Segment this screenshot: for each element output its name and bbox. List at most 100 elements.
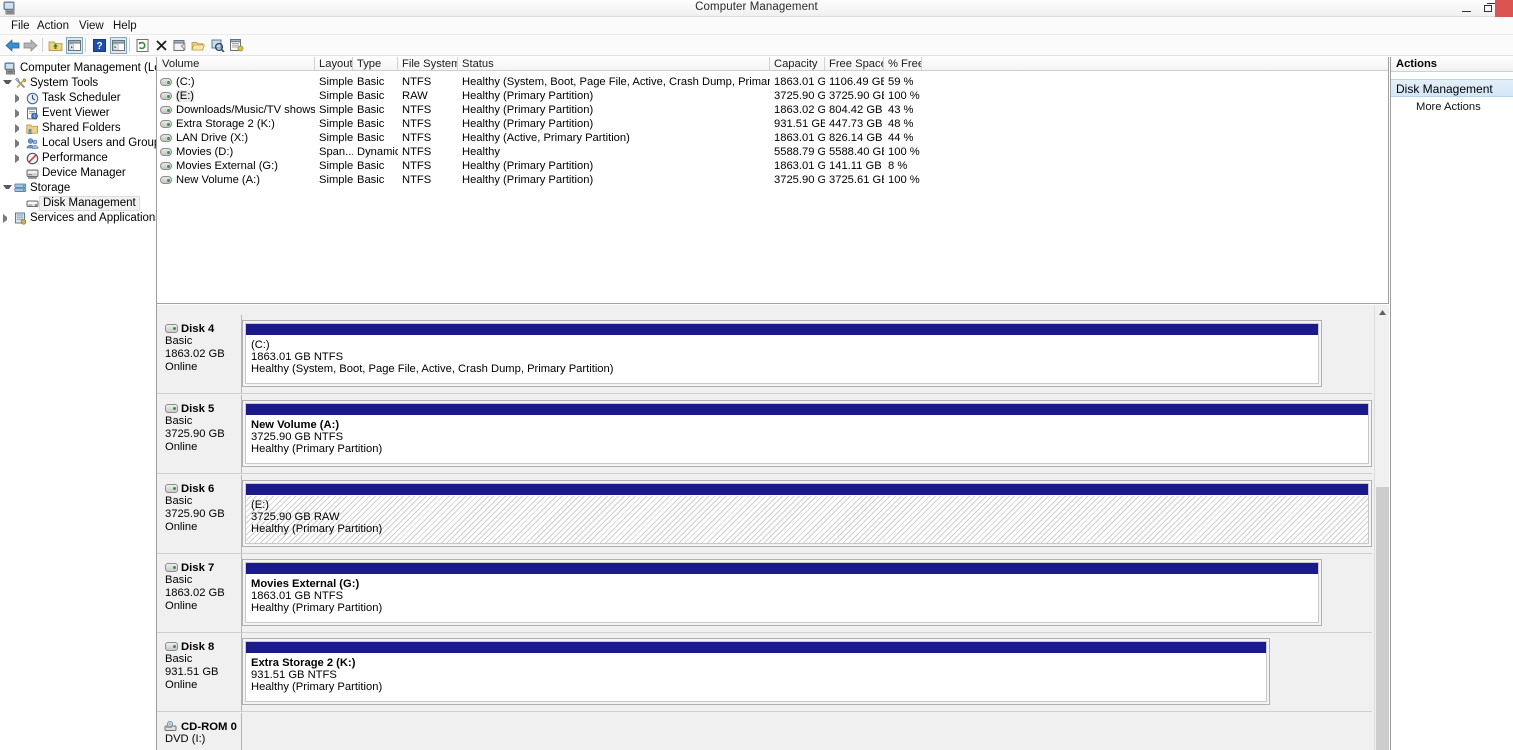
disk-bar[interactable]: (C:) 1863.01 GB NTFS Healthy (System, Bo… [242, 320, 1322, 387]
table-row[interactable]: Movies External (G:) Simple Basic NTFS Healt… [157, 159, 1388, 173]
tree-node-storage[interactable]: Storage [0, 181, 156, 196]
cell-layout: Simple [319, 76, 353, 88]
menu-file[interactable]: File [6, 19, 35, 33]
volume-drive-icon [160, 106, 172, 114]
cdrom-media: DVD (I:) [165, 733, 206, 745]
cell-pct: 44 % [888, 132, 914, 144]
menu-help[interactable]: Help [108, 19, 142, 33]
console-tree[interactable]: Computer Management (Local System Tools Ta… [0, 57, 157, 750]
disk-panel-disk-4[interactable]: Disk 4 Basic 1863.02 GB Online (C:) 1863… [157, 315, 1372, 394]
tree-node-services-and-applications[interactable]: Services and Applications [0, 211, 156, 226]
cell-pct: 100 % [888, 174, 920, 186]
disk-panel-cdrom-0[interactable]: CD-ROM 0 DVD (I:) [157, 713, 1372, 750]
partition-block[interactable]: Movies External (G:) 1863.01 GB NTFS Hea… [246, 574, 1318, 622]
partition-size-filesystem: 1863.01 GB NTFS [251, 590, 344, 602]
chevron-right-icon[interactable] [15, 94, 24, 103]
cell-type: Basic [357, 160, 385, 172]
up-one-level-icon[interactable] [47, 37, 64, 54]
open-folder-icon[interactable] [190, 37, 207, 54]
minimize-button[interactable] [1455, 0, 1477, 17]
chevron-down-icon[interactable] [3, 185, 12, 194]
tree-node-event-viewer[interactable]: i Event Viewer [0, 106, 156, 121]
tree-node-shared-folders[interactable]: Shared Folders [0, 121, 156, 136]
table-row[interactable]: New Volume (A:) Simple Basic NTFS Healthy (P… [157, 173, 1388, 187]
column-header-layout[interactable]: Layout [315, 57, 353, 71]
actions-item-more-actions[interactable]: More Actions [1391, 100, 1513, 115]
disk-panel-disk-8[interactable]: Disk 8 Basic 931.51 GB Online Extra Stor… [157, 633, 1372, 712]
export-list-icon[interactable] [228, 37, 245, 54]
disk-pane-scrollbar[interactable] [1374, 305, 1389, 750]
partition-block[interactable]: (C:) 1863.01 GB NTFS Healthy (System, Bo… [246, 335, 1318, 383]
table-row[interactable]: Extra Storage 2 (K:) Simple Basic NTFS Healt… [157, 117, 1388, 131]
tree-node-performance[interactable]: Performance [0, 151, 156, 166]
table-row[interactable]: (E:) Simple Basic RAW Healthy (Primary Parti… [157, 89, 1388, 103]
tree-node-system-tools[interactable]: System Tools [0, 76, 156, 91]
show-hide-action-pane-icon[interactable] [110, 37, 127, 54]
disk-graphical-view[interactable]: Disk 4 Basic 1863.02 GB Online (C:) 1863… [157, 305, 1389, 750]
disk-name: Disk 7 [181, 562, 215, 574]
partition-block[interactable]: New Volume (A:) 3725.90 GB NTFS Healthy … [246, 415, 1368, 463]
column-header-volume[interactable]: Volume [158, 57, 315, 71]
tree-node-device-manager[interactable]: Device Manager [0, 166, 156, 181]
disk-panel-disk-7[interactable]: Disk 7 Basic 1863.02 GB Online Movies Ex… [157, 554, 1372, 633]
partition-block[interactable]: (E:) 3725.90 GB RAW Healthy (Primary Par… [246, 495, 1368, 543]
cell-capacity: 3725.90 GB [774, 90, 825, 102]
volume-list[interactable]: Volume Layout Type File System Status Capacit… [157, 57, 1389, 304]
cell-volume: Movies (D:) [176, 146, 234, 158]
chevron-right-icon[interactable] [3, 214, 12, 223]
partition-capacity-bar [246, 324, 1318, 335]
toolbar-separator [129, 38, 130, 52]
column-header-capacity[interactable]: Capacity [770, 57, 825, 71]
delete-icon[interactable] [153, 37, 170, 54]
column-header-free-space[interactable]: Free Space [825, 57, 884, 71]
back-icon[interactable] [4, 37, 21, 54]
table-row[interactable]: (C:) Simple Basic NTFS Healthy (System, Boot… [157, 75, 1388, 89]
toolbar-separator [42, 38, 43, 52]
forward-icon[interactable] [22, 37, 39, 54]
scrollbar-thumb[interactable] [1376, 487, 1389, 750]
chevron-right-icon[interactable] [15, 109, 24, 118]
cell-free: 5588.40 GB [829, 146, 884, 158]
disk-bar[interactable]: Extra Storage 2 (K:) 931.51 GB NTFS Heal… [242, 638, 1270, 705]
actions-item-disk-management[interactable]: Disk Management [1391, 79, 1513, 97]
close-button[interactable] [1495, 0, 1513, 17]
cell-volume: Downloads/Music/TV shows (F:) [176, 104, 315, 116]
cell-volume: Extra Storage 2 (K:) [176, 118, 275, 130]
disk-panel-disk-5[interactable]: Disk 5 Basic 3725.90 GB Online New Volum… [157, 395, 1372, 474]
tree-node-computer-management-local[interactable]: Computer Management (Local [0, 61, 156, 76]
chevron-right-icon[interactable] [15, 124, 24, 133]
chevron-right-icon[interactable] [15, 154, 24, 163]
volume-list-header: Volume Layout Type File System Status Capacit… [157, 57, 1388, 71]
tree-node-local-users-and-groups[interactable]: Local Users and Groups [0, 136, 156, 151]
help-icon[interactable]: ? [91, 37, 108, 54]
column-header--free[interactable]: % Free [884, 57, 922, 71]
disk-bar[interactable]: New Volume (A:) 3725.90 GB NTFS Healthy … [242, 400, 1372, 467]
event-viewer-icon: i [26, 107, 39, 120]
scroll-up-arrow[interactable] [1375, 305, 1390, 320]
menu-action[interactable]: Action [32, 19, 74, 33]
column-header-file-system[interactable]: File System [398, 57, 458, 71]
table-row[interactable]: Downloads/Music/TV shows (F:) Simple Basic… [157, 103, 1388, 117]
disk-info: Disk 7 Basic 1863.02 GB Online [160, 554, 242, 632]
column-header-type[interactable]: Type [353, 57, 398, 71]
disk-panel-disk-6[interactable]: Disk 6 Basic 3725.90 GB Online (E:) 3725… [157, 475, 1372, 554]
properties-icon[interactable] [171, 37, 188, 54]
menu-view[interactable]: View [74, 19, 109, 33]
cell-free: 447.73 GB [829, 118, 883, 130]
cell-layout: Span... [319, 146, 353, 158]
table-row[interactable]: LAN Drive (X:) Simple Basic NTFS Healthy (Ac… [157, 131, 1388, 145]
partition-label: Movies External (G:) [251, 578, 360, 590]
rescan-disks-icon[interactable] [209, 37, 226, 54]
chevron-right-icon[interactable] [15, 139, 24, 148]
column-header-status[interactable]: Status [458, 57, 770, 71]
partition-block[interactable]: Extra Storage 2 (K:) 931.51 GB NTFS Heal… [246, 653, 1266, 701]
show-hide-tree-icon[interactable] [66, 37, 83, 54]
tree-node-disk-management[interactable]: Disk Management [0, 196, 156, 211]
tree-node-task-scheduler[interactable]: Task Scheduler [0, 91, 156, 106]
disk-bar[interactable]: Movies External (G:) 1863.01 GB NTFS Hea… [242, 559, 1322, 626]
cell-layout: Simple [319, 118, 353, 130]
chevron-down-icon[interactable] [3, 80, 12, 89]
table-row[interactable]: Movies (D:) Span... Dynamic NTFS Healthy 5588… [157, 145, 1388, 159]
disk-bar[interactable]: (E:) 3725.90 GB RAW Healthy (Primary Par… [242, 480, 1372, 547]
refresh-icon[interactable] [134, 37, 151, 54]
